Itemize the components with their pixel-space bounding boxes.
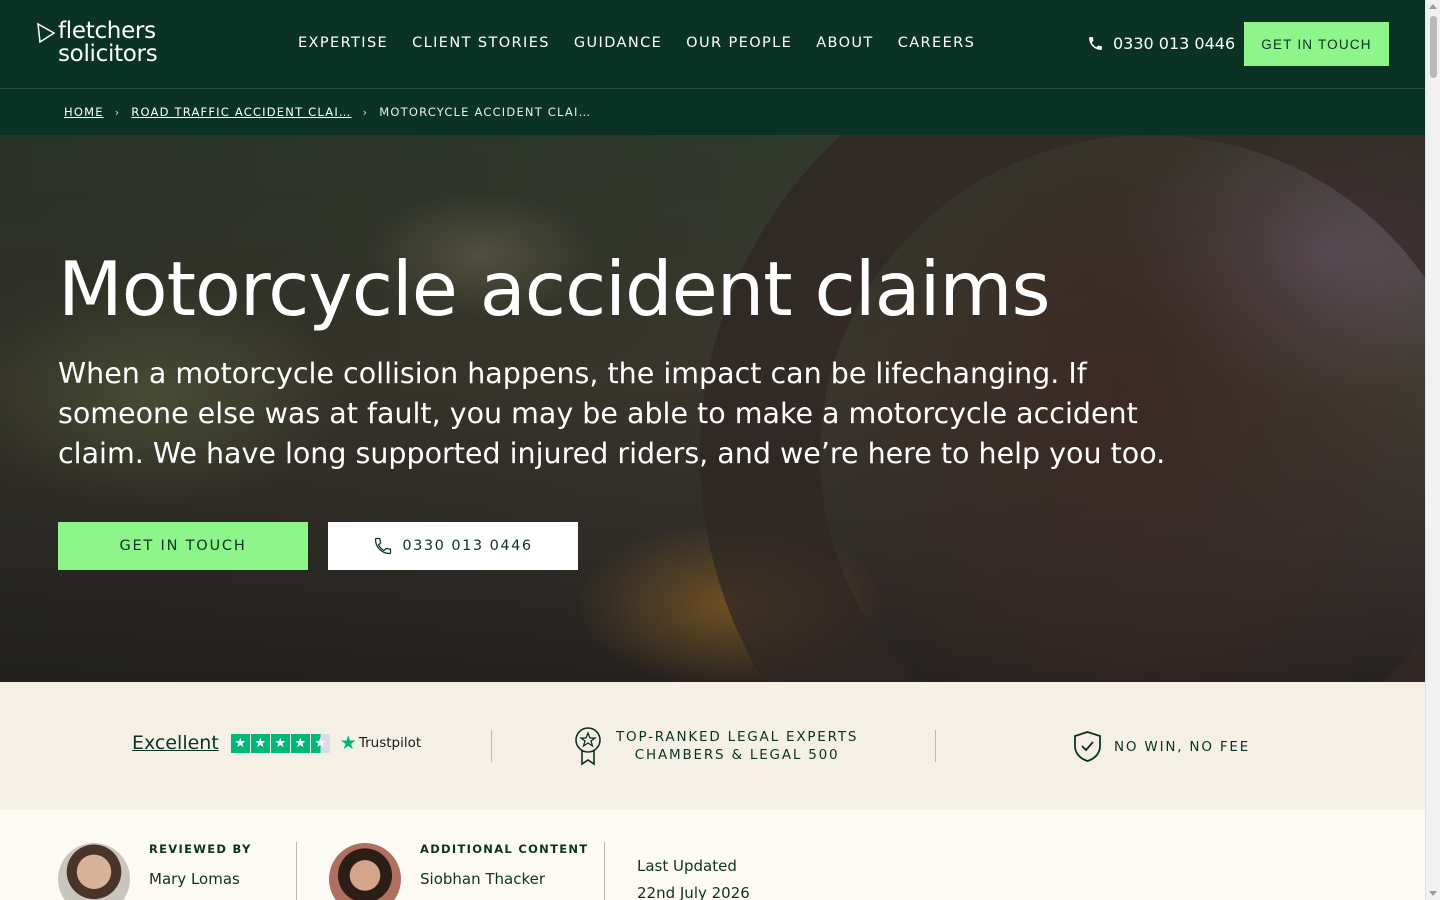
site-header: fletchers solicitors EXPERTISE CLIENT ST… — [0, 0, 1425, 88]
nav-client-stories[interactable]: CLIENT STORIES — [412, 35, 550, 51]
last-updated-label: Last Updated — [637, 857, 737, 875]
trustpilot-widget[interactable]: Excellent ★ ★ ★ ★ ★ ★ Trustpilot — [132, 732, 421, 754]
shield-check-icon — [1074, 731, 1101, 762]
page-title: Motorcycle accident claims — [58, 245, 1051, 333]
star-icon: ★ — [270, 733, 290, 753]
play-logo-icon — [37, 22, 56, 44]
divider — [491, 730, 492, 762]
contributor-avatar — [329, 843, 401, 900]
reviewed-by-label: REVIEWED BY — [149, 842, 252, 856]
trustpilot-stars: ★ ★ ★ ★ ★ — [230, 733, 331, 753]
nav-about[interactable]: ABOUT — [816, 35, 874, 51]
nav-careers[interactable]: CAREERS — [898, 35, 976, 51]
award-line1: TOP-RANKED LEGAL EXPERTS — [616, 729, 859, 745]
main-nav: EXPERTISE CLIENT STORIES GUIDANCE OUR PE… — [298, 35, 999, 51]
no-win-no-fee-badge: NO WIN, NO FEE — [1073, 730, 1250, 763]
no-win-no-fee-text: NO WIN, NO FEE — [1114, 738, 1251, 755]
trustpilot-logo: ★ Trustpilot — [340, 732, 421, 754]
half-star-icon: ★ — [310, 733, 330, 753]
nav-guidance[interactable]: GUIDANCE — [574, 35, 662, 51]
reviewer-name[interactable]: Mary Lomas — [149, 870, 240, 888]
award-badge: TOP-RANKED LEGAL EXPERTS CHAMBERS & LEGA… — [573, 726, 858, 766]
scroll-down-arrow-icon[interactable] — [1429, 891, 1437, 896]
divider — [296, 842, 297, 900]
scrollbar-thumb[interactable] — [1430, 16, 1437, 78]
breadcrumb: HOME › ROAD TRAFFIC ACCIDENT CLAI… › MOT… — [0, 88, 1425, 135]
trust-strip: Excellent ★ ★ ★ ★ ★ ★ Trustpilot TOP-RAN… — [0, 682, 1425, 810]
nav-expertise[interactable]: EXPERTISE — [298, 35, 388, 51]
header-phone-link[interactable]: 0330 013 0446 — [1087, 34, 1235, 53]
reviewer-avatar — [58, 843, 130, 900]
last-updated-date: 22nd July 2026 — [637, 884, 750, 900]
breadcrumb-home[interactable]: HOME — [64, 105, 104, 119]
breadcrumb-parent[interactable]: ROAD TRAFFIC ACCIDENT CLAI… — [131, 105, 351, 119]
hero-intro: When a motorcycle collision happens, the… — [58, 357, 1166, 470]
phone-outline-icon — [375, 537, 392, 555]
award-rosette-icon — [575, 727, 601, 766]
contributor-name[interactable]: Siobhan Thacker — [420, 870, 545, 888]
star-icon: ★ — [290, 733, 310, 753]
scroll-up-arrow-icon[interactable] — [1429, 4, 1437, 9]
header-get-in-touch-button[interactable]: GET IN TOUCH — [1244, 22, 1389, 66]
hero-section: Motorcycle accident claims When a motorc… — [0, 135, 1425, 682]
hero-phone-button[interactable]: 0330 013 0446 — [328, 522, 578, 570]
award-line2: CHAMBERS & LEGAL 500 — [634, 747, 840, 763]
page-scrollbar[interactable] — [1425, 0, 1440, 900]
chevron-right-icon: › — [362, 105, 369, 119]
divider — [935, 730, 936, 762]
logo-wordmark: fletchers solicitors — [58, 18, 158, 67]
trustpilot-brand: Trustpilot — [358, 735, 422, 751]
divider — [604, 842, 605, 900]
trustpilot-star-icon: ★ — [339, 732, 357, 754]
trustpilot-rating-word: Excellent — [132, 732, 219, 754]
star-icon: ★ — [250, 733, 270, 753]
star-icon: ★ — [230, 733, 250, 753]
chevron-right-icon: › — [114, 105, 121, 119]
logo-line2: solicitors — [58, 41, 158, 67]
breadcrumb-current: MOTORCYCLE ACCIDENT CLAI… — [379, 105, 592, 119]
logo-line1: fletchers — [58, 18, 156, 44]
phone-icon — [1089, 37, 1102, 50]
site-logo[interactable]: fletchers solicitors — [36, 18, 158, 67]
hero-phone-number: 0330 013 0446 — [402, 538, 533, 554]
reviewer-strip: REVIEWED BY Mary Lomas ADDITIONAL CONTEN… — [0, 810, 1425, 900]
header-phone-number: 0330 013 0446 — [1113, 34, 1236, 53]
nav-our-people[interactable]: OUR PEOPLE — [686, 35, 792, 51]
hero-get-in-touch-button[interactable]: GET IN TOUCH — [58, 522, 308, 570]
additional-content-label: ADDITIONAL CONTENT — [420, 842, 589, 856]
award-text: TOP-RANKED LEGAL EXPERTS CHAMBERS & LEGA… — [616, 728, 858, 764]
